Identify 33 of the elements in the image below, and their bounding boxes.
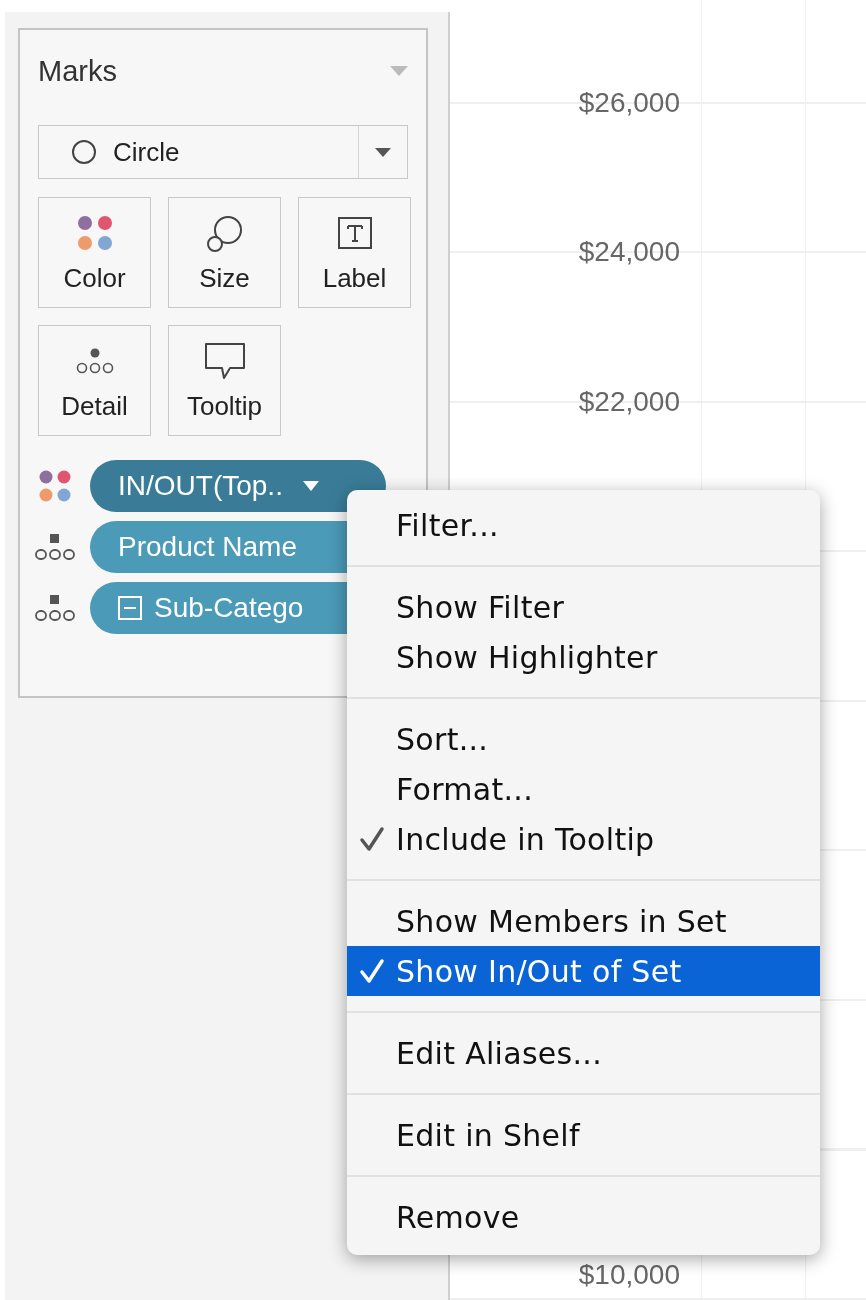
circle-icon bbox=[71, 139, 97, 165]
mark-type-dropdown[interactable]: Circle bbox=[38, 125, 408, 179]
menu-item[interactable]: Show Highlighter bbox=[347, 632, 820, 682]
detail-shelf-button[interactable]: Detail bbox=[38, 325, 151, 436]
detail-dots-icon bbox=[74, 347, 115, 375]
menu-item[interactable]: Edit Aliases... bbox=[347, 1028, 820, 1078]
text-label-icon bbox=[336, 216, 373, 250]
axis-label: $10,000 bbox=[578, 1259, 680, 1292]
axis-label: $24,000 bbox=[578, 236, 680, 269]
detail-icon bbox=[33, 532, 77, 562]
dropdown-caret-icon bbox=[375, 147, 391, 157]
color-dots-icon bbox=[75, 214, 114, 252]
color-dots-icon bbox=[38, 469, 72, 503]
color-shelf-button[interactable]: Color bbox=[38, 197, 151, 308]
detail-icon bbox=[33, 593, 77, 623]
menu-item[interactable]: Show In/Out of Set bbox=[347, 946, 820, 996]
menu-item[interactable]: Remove bbox=[347, 1192, 820, 1242]
menu-item[interactable]: Sort... bbox=[347, 714, 820, 764]
field-pill[interactable]: IN/OUT(Top.. bbox=[90, 460, 386, 512]
axis-label: $22,000 bbox=[578, 385, 680, 418]
size-shelf-button[interactable]: Size bbox=[168, 197, 281, 308]
circles-icon bbox=[205, 214, 244, 252]
menu-item[interactable]: Include in Tooltip bbox=[347, 814, 820, 864]
label-shelf-button[interactable]: Label bbox=[298, 197, 411, 308]
speech-bubble-icon bbox=[203, 342, 246, 380]
tooltip-shelf-button[interactable]: Tooltip bbox=[168, 325, 281, 436]
axis-label: $26,000 bbox=[578, 86, 680, 119]
menu-item[interactable]: Edit in Shelf bbox=[347, 1110, 820, 1160]
menu-item[interactable]: Format... bbox=[347, 764, 820, 814]
caret-icon bbox=[302, 481, 319, 491]
menu-item[interactable]: Show Members in Set bbox=[347, 896, 820, 946]
dropdown-caret-icon[interactable] bbox=[390, 66, 408, 76]
marks-title: Marks bbox=[38, 54, 117, 88]
